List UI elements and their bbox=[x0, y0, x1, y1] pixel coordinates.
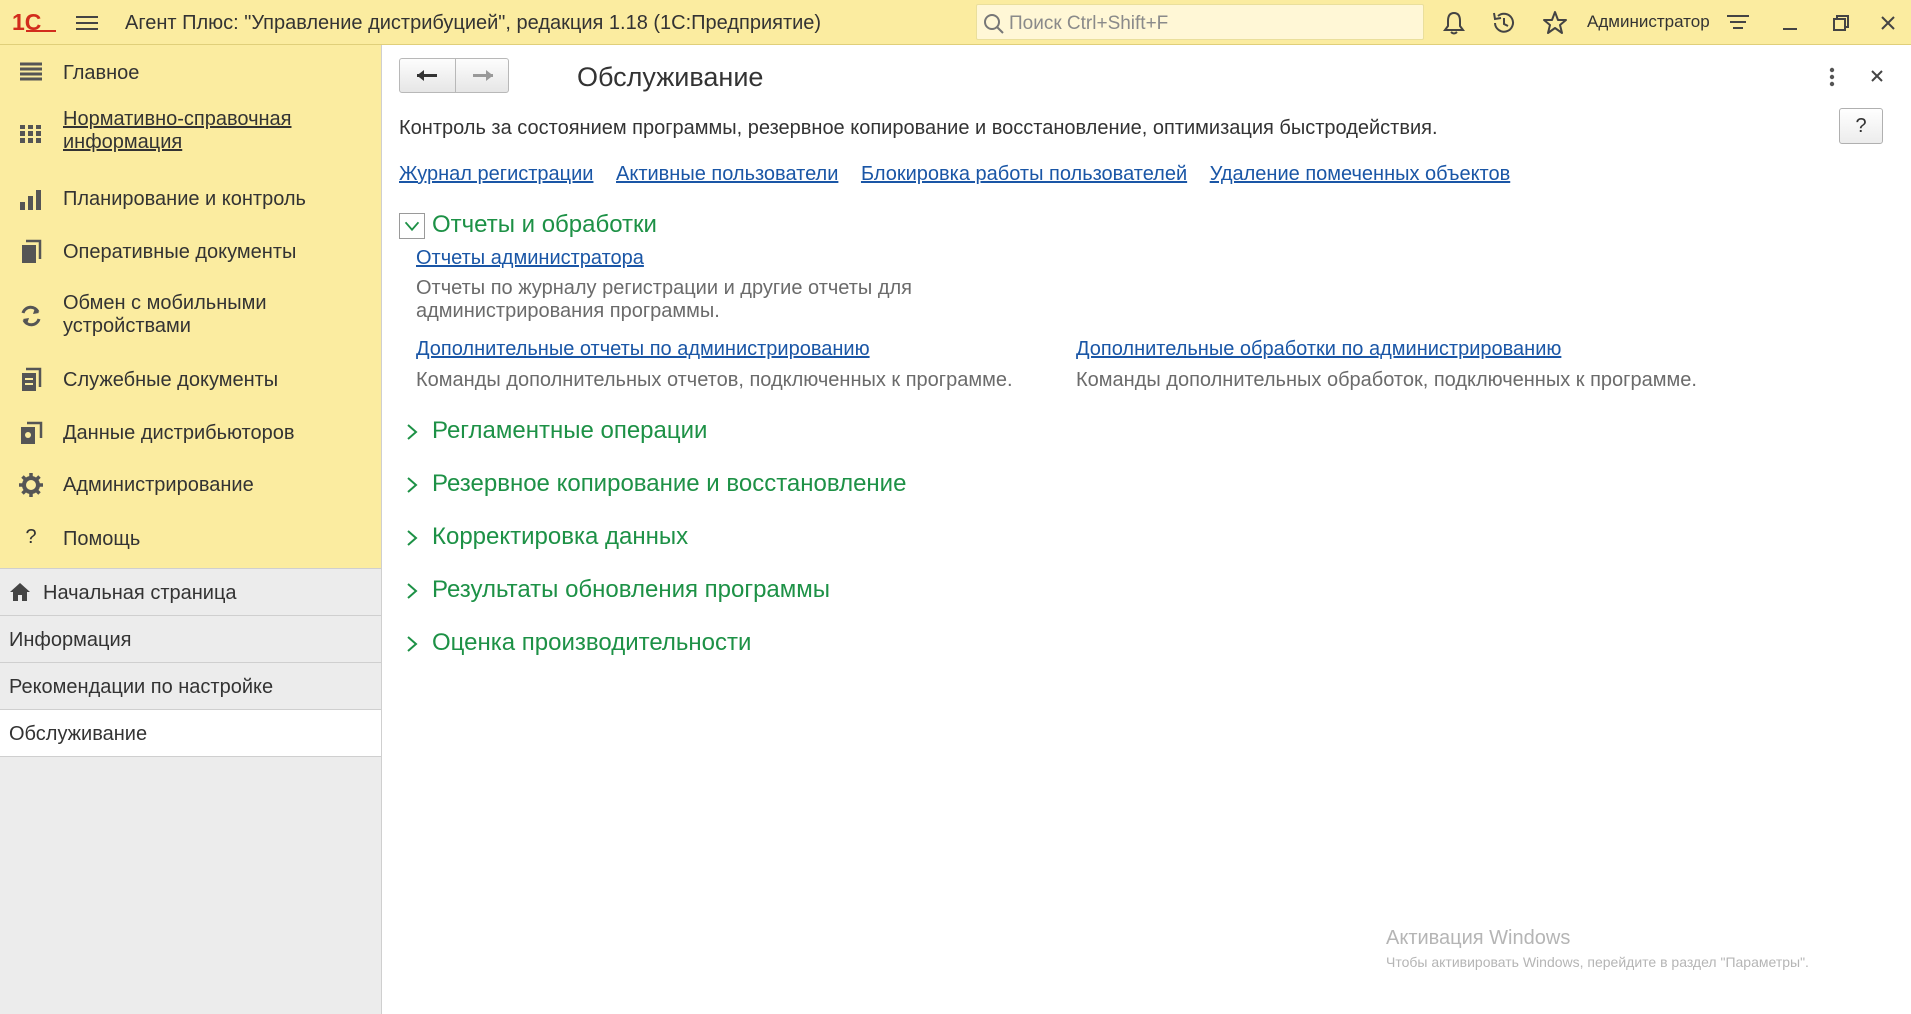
bell-icon[interactable] bbox=[1440, 9, 1468, 37]
main-panel: Обслуживание ? Контроль за состоянием пр… bbox=[382, 45, 1911, 1014]
link-admin-reports[interactable]: Отчеты администратора bbox=[416, 247, 644, 270]
search-icon bbox=[984, 14, 1004, 34]
documents-icon bbox=[22, 239, 42, 263]
service-docs-icon bbox=[22, 367, 42, 391]
group-title: Резервное копирование и восстановление bbox=[432, 470, 907, 497]
link-delete-marked[interactable]: Удаление помеченных объектов bbox=[1210, 163, 1511, 185]
title-bar: 1C Агент Плюс: "Управление дистрибуцией"… bbox=[0, 0, 1911, 45]
close-form-icon[interactable] bbox=[1864, 63, 1890, 89]
section-administration[interactable]: Администрирование bbox=[0, 459, 381, 511]
section-planning[interactable]: Планирование и контроль bbox=[0, 173, 381, 225]
section-help[interactable]: ? Помощь bbox=[0, 511, 381, 566]
arrow-right-icon bbox=[473, 70, 493, 81]
open-window-maintenance[interactable]: Обслуживание bbox=[0, 709, 381, 757]
section-label: Обмен с мобильными устройствами bbox=[63, 292, 267, 337]
gear-icon bbox=[19, 473, 43, 497]
help-button[interactable]: ? bbox=[1839, 108, 1883, 144]
minimize-icon[interactable] bbox=[1776, 9, 1804, 37]
close-window-icon[interactable] bbox=[1874, 9, 1902, 37]
nav-buttons bbox=[399, 58, 509, 93]
open-window-label: Рекомендации по настройке bbox=[9, 676, 274, 698]
section-label: Главное bbox=[63, 62, 140, 84]
distributor-data-icon bbox=[21, 421, 43, 444]
section-label: Данные дистрибьюторов bbox=[63, 422, 295, 444]
history-icon[interactable] bbox=[1490, 9, 1518, 37]
open-window-recommendations[interactable]: Рекомендации по настройке bbox=[0, 662, 381, 709]
section-label: Администрирование bbox=[63, 474, 254, 496]
section-label: Нормативно-справочная информация bbox=[63, 108, 292, 153]
windows-activation-title: Активация Windows bbox=[1386, 927, 1571, 949]
group-title: Результаты обновления программы bbox=[432, 576, 831, 603]
open-window-home[interactable]: Начальная страница bbox=[0, 568, 381, 615]
open-window-label: Информация bbox=[9, 629, 132, 651]
section-label: Оперативные документы bbox=[63, 241, 297, 263]
chart-icon bbox=[20, 190, 41, 210]
group-title: Отчеты и обработки bbox=[432, 211, 657, 238]
link-additional-admin-processing[interactable]: Дополнительные обработки по администриро… bbox=[1076, 338, 1561, 361]
link-event-log[interactable]: Журнал регистрации bbox=[399, 163, 593, 185]
windows-activation-subtitle: Чтобы активировать Windows, перейдите в … bbox=[1386, 954, 1809, 970]
search-placeholder: Поиск Ctrl+Shift+F bbox=[1009, 13, 1169, 34]
help-icon: ? bbox=[25, 526, 37, 548]
user-name[interactable]: Администратор bbox=[1587, 12, 1710, 32]
additional-reports-description: Команды дополнительных отчетов, подключе… bbox=[416, 369, 1013, 391]
chevron-right-icon bbox=[407, 636, 418, 652]
section-label: Служебные документы bbox=[63, 369, 279, 391]
section-label: Планирование и контроль bbox=[63, 188, 306, 210]
chevron-right-icon bbox=[407, 424, 418, 440]
open-window-info[interactable]: Информация bbox=[0, 615, 381, 662]
section-main[interactable]: Главное bbox=[0, 45, 381, 97]
form-description: Контроль за состоянием программы, резерв… bbox=[399, 117, 1438, 139]
section-service-docs[interactable]: Служебные документы bbox=[0, 353, 381, 407]
group-title: Регламентные операции bbox=[432, 417, 708, 444]
section-distributor-data[interactable]: Данные дистрибьюторов bbox=[0, 407, 381, 459]
list-icon bbox=[20, 62, 42, 81]
open-window-label: Начальная страница bbox=[43, 582, 237, 604]
sync-icon bbox=[21, 305, 41, 327]
star-icon[interactable] bbox=[1541, 9, 1569, 37]
catalog-icon bbox=[20, 125, 41, 143]
section-operational-docs[interactable]: Оперативные документы bbox=[0, 225, 381, 279]
link-additional-admin-reports[interactable]: Дополнительные отчеты по администрирован… bbox=[416, 338, 870, 361]
home-icon bbox=[10, 583, 30, 601]
group-title: Корректировка данных bbox=[432, 523, 689, 550]
more-options-icon[interactable] bbox=[1822, 63, 1842, 91]
group-title: Оценка производительности bbox=[432, 629, 752, 656]
search-input[interactable]: Поиск Ctrl+Shift+F bbox=[976, 4, 1424, 40]
section-label: Помощь bbox=[63, 528, 141, 550]
chevron-right-icon bbox=[407, 583, 418, 599]
admin-reports-description: Отчеты по журналу регистрации и другие о… bbox=[416, 277, 912, 322]
main-menu-icon[interactable] bbox=[76, 12, 98, 32]
app-title: Агент Плюс: "Управление дистрибуцией", р… bbox=[125, 12, 822, 34]
open-window-label: Обслуживание bbox=[9, 723, 148, 745]
section-reference-info[interactable]: Нормативно-справочная информация bbox=[0, 97, 381, 173]
chevron-right-icon bbox=[407, 530, 418, 546]
arrow-left-icon bbox=[417, 70, 437, 81]
additional-processing-description: Команды дополнительных обработок, подклю… bbox=[1076, 369, 1697, 391]
sections-panel: Главное Нормативно-справочная информация… bbox=[0, 45, 381, 568]
sidebar: Главное Нормативно-справочная информация… bbox=[0, 45, 382, 1014]
page-title: Обслуживание bbox=[577, 62, 764, 92]
section-mobile-exchange[interactable]: Обмен с мобильными устройствами bbox=[0, 279, 381, 353]
1c-logo-icon[interactable]: 1C bbox=[12, 9, 58, 35]
link-active-users[interactable]: Активные пользователи bbox=[616, 163, 838, 185]
back-button[interactable] bbox=[400, 59, 454, 92]
restore-icon[interactable] bbox=[1827, 9, 1855, 37]
chevron-right-icon bbox=[407, 477, 418, 493]
forward-button[interactable] bbox=[456, 59, 510, 92]
settings-lines-icon[interactable] bbox=[1724, 9, 1752, 37]
chevron-down-icon bbox=[399, 213, 425, 239]
top-links: Журнал регистрации Активные пользователи… bbox=[399, 163, 1527, 186]
link-block-users[interactable]: Блокировка работы пользователей bbox=[861, 163, 1187, 185]
